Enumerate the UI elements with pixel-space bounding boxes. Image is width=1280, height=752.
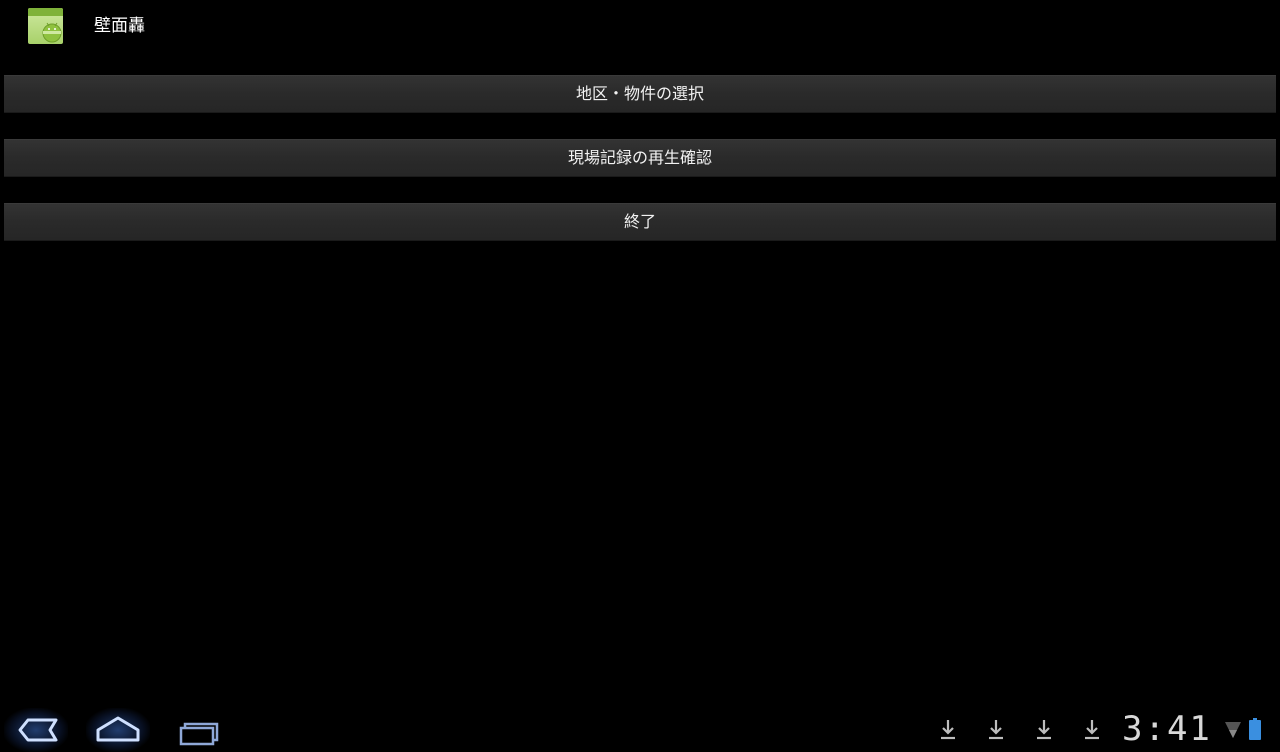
download-icon[interactable]: [1082, 716, 1102, 742]
android-icon[interactable]: [28, 8, 63, 44]
exit-button[interactable]: 終了: [4, 203, 1276, 241]
download-icon[interactable]: [1034, 716, 1054, 742]
battery-icon: [1249, 718, 1261, 740]
download-icon[interactable]: [986, 716, 1006, 742]
playback-site-records-button[interactable]: 現場記録の再生確認: [4, 139, 1276, 177]
select-area-property-button[interactable]: 地区・物件の選択: [4, 75, 1276, 113]
download-icon[interactable]: [938, 716, 958, 742]
app-title: 壁面轟: [94, 16, 145, 36]
clock[interactable]: 3:41: [1122, 710, 1212, 748]
home-icon[interactable]: [86, 708, 150, 752]
wifi-icon: [1225, 722, 1241, 738]
action-bar: 壁面轟: [0, 0, 1280, 52]
recent-apps-icon[interactable]: [166, 708, 230, 752]
back-icon[interactable]: [4, 708, 68, 752]
